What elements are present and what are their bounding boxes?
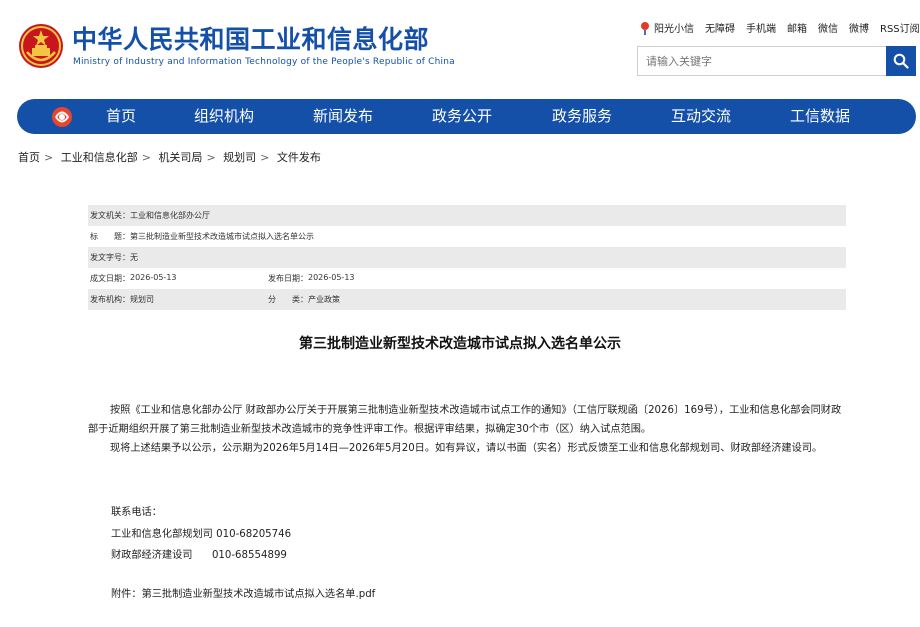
top-link-mail[interactable]: 邮箱 [787, 20, 807, 35]
search-input[interactable] [637, 46, 887, 76]
meta-row-title: 标 题： 第三批制造业新型技术改造城市试点拟入选名单公示 [90, 232, 314, 241]
top-link-rss[interactable]: RSS订阅 [880, 20, 920, 35]
nav-gov-affairs[interactable]: 政务公开 [432, 99, 492, 134]
nav-organization[interactable]: 组织机构 [194, 99, 254, 134]
main-nav: 首页 组织机构 新闻发布 政务公开 政务服务 互动交流 工信数据 [17, 99, 916, 134]
top-link-sunshine[interactable]: 阳光小信 [639, 20, 694, 35]
contact-heading: 联系电话： [111, 507, 162, 518]
breadcrumb: 首页 > 工业和信息化部 > 机关司局 > 规划司 > 文件发布 [18, 151, 321, 164]
meta-row-dates: 成文日期： 2026-05-13 发布日期： 2026-05-13 [90, 273, 355, 283]
attachment-link[interactable]: 第三批制造业新型技术改造城市试点拟入选名单.pdf [142, 589, 376, 600]
top-link-weibo[interactable]: 微博 [849, 20, 869, 35]
meta-row-docno: 发文字号：无 [88, 247, 846, 268]
breadcrumb-planning[interactable]: 规划司 [223, 151, 256, 164]
article-title: 第三批制造业新型技术改造城市试点拟入选名单公示 [299, 336, 621, 352]
national-emblem-icon[interactable] [17, 22, 65, 70]
ministry-logo-icon[interactable] [51, 106, 73, 128]
contact-phone-2: 010-68554899 [211, 550, 287, 561]
meta-created-date: 2026-05-13 [130, 273, 177, 282]
sunshine-icon [641, 21, 649, 35]
top-link-mobile[interactable]: 手机端 [746, 20, 776, 35]
search-icon [893, 53, 909, 69]
nav-interaction[interactable]: 互动交流 [671, 99, 731, 134]
article-paragraph-2: 现将上述结果予以公示，公示期为2026年5月14日—2026年5月20日。如有异… [110, 443, 823, 454]
meta-org: 规划司 [130, 295, 154, 304]
document-meta: 发文机关： 工业和信息化部办公厅 标 题： 第三批制造业新型技术改造城市试点拟入选名… [88, 205, 846, 310]
top-links: 阳光小信 无障碍 手机端 邮箱 微信 微博 RSS订阅 [639, 20, 920, 35]
meta-row-issuer: 发文机关： 工业和信息化部办公厅 [88, 205, 846, 226]
article-paragraph-1: 按照《工业和信息化部办公厅 财政部办公厅关于开展第三批制造业新型技术改造城市试点… [88, 405, 842, 435]
meta-title: 第三批制造业新型技术改造城市试点拟入选名单公示 [130, 232, 314, 241]
nav-gov-services[interactable]: 政务服务 [552, 99, 612, 134]
nav-home[interactable]: 首页 [106, 99, 136, 134]
breadcrumb-home[interactable]: 首页 [18, 151, 40, 164]
breadcrumb-ministry[interactable]: 工业和信息化部 [61, 151, 138, 164]
contact-line-2: 财政部经济建设司 010-68554899 [111, 550, 287, 561]
breadcrumb-departments[interactable]: 机关司局 [158, 151, 202, 164]
site-title[interactable]: 中华人民共和国工业和信息化部 [72, 25, 429, 55]
top-link-accessibility[interactable]: 无障碍 [705, 20, 735, 35]
meta-issuer: 工业和信息化部办公厅 [130, 211, 210, 220]
contact-line-1: 工业和信息化部规划司 010-68205746 [111, 529, 292, 540]
contact-phone-1: 010-68205746 [216, 529, 292, 540]
search-button[interactable] [886, 46, 916, 76]
meta-row-org: 发布机构： 规划司 分 类： 产业政策 [88, 289, 846, 310]
meta-published-date: 2026-05-13 [308, 273, 355, 282]
meta-category: 产业政策 [308, 295, 340, 304]
breadcrumb-documents[interactable]: 文件发布 [277, 151, 321, 164]
nav-news[interactable]: 新闻发布 [313, 99, 373, 134]
top-link-wechat[interactable]: 微信 [818, 20, 838, 35]
top-link-label: 阳光小信 [654, 24, 694, 35]
nav-data[interactable]: 工信数据 [790, 99, 850, 134]
attachment: 附件：第三批制造业新型技术改造城市试点拟入选名单.pdf [111, 589, 376, 600]
meta-docno: 无 [130, 253, 138, 262]
site-subtitle: Ministry of Industry and Information Tec… [73, 57, 455, 67]
